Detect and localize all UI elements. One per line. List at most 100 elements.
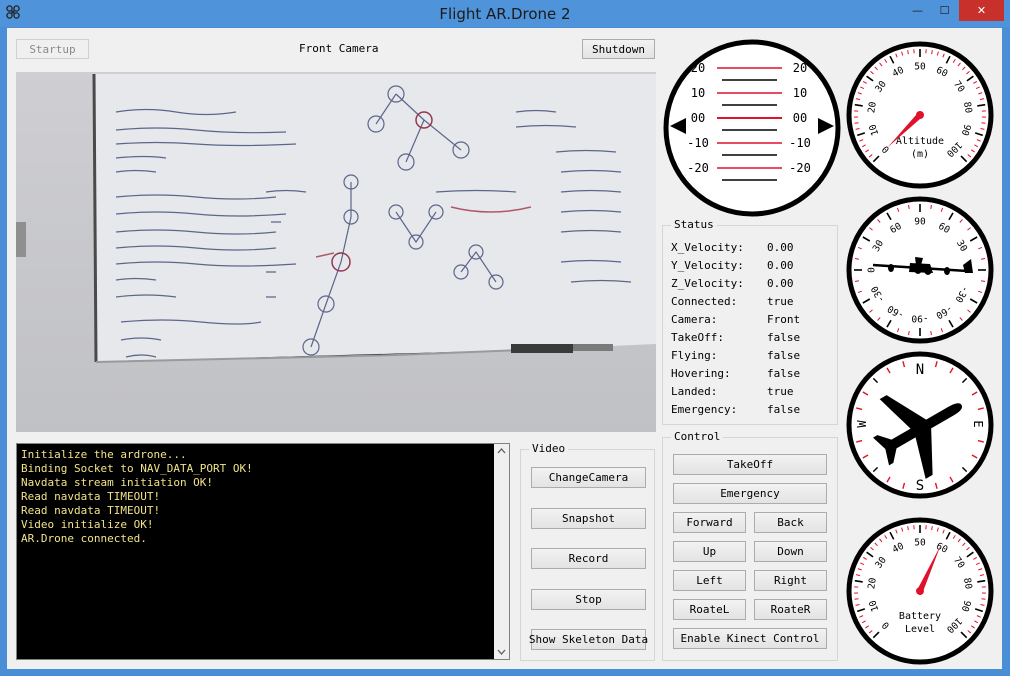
log-line: Binding Socket to NAV_DATA_PORT OK! (21, 462, 253, 475)
dial-tick (981, 122, 986, 124)
kinect-control-button[interactable]: Enable Kinect Control (673, 628, 827, 649)
status-value: false (767, 403, 801, 416)
dial-tick-label: 80 (961, 101, 974, 114)
compass-north: N (916, 362, 924, 378)
dial-tick (854, 122, 859, 124)
dial-tick-label: 80 (961, 577, 974, 590)
shutdown-button[interactable]: Shutdown (582, 39, 655, 59)
attitude-right-tick: 00 (793, 111, 807, 125)
dial-tick (854, 598, 859, 600)
camera-feed (16, 72, 656, 432)
takeoff-button[interactable]: TakeOff (673, 454, 827, 475)
log-line: Read navdata TIMEOUT! (21, 504, 161, 517)
status-row-connected: Connected: true (671, 293, 831, 311)
dial-tick-label: 20 (866, 577, 879, 590)
attitude-left-tick: 00 (691, 111, 705, 125)
status-value: 0.00 (767, 241, 794, 254)
status-key: Hovering: (671, 367, 731, 380)
rotate-left-button[interactable]: RoateL (673, 599, 746, 620)
minimize-button[interactable]: — (904, 0, 931, 21)
status-key: Z_Velocity: (671, 277, 744, 290)
ring-tick (854, 258, 860, 260)
status-value: true (767, 295, 794, 308)
ring-tick (980, 258, 986, 260)
log-line: Video initialize OK! (21, 518, 154, 531)
back-button[interactable]: Back (754, 512, 827, 533)
status-row-y-velocity: Y_Velocity: 0.00 (671, 257, 831, 275)
status-value: Front (767, 313, 801, 326)
attitude-right-tick: -20 (789, 161, 811, 175)
status-group-title: Status (671, 218, 717, 231)
rotate-right-button[interactable]: RoateR (754, 599, 827, 620)
status-row-takeoff: TakeOff: false (671, 329, 831, 347)
status-key: Camera: (671, 313, 718, 326)
attitude-right-tick: -10 (789, 136, 811, 150)
status-row-z-velocity: Z_Velocity: 0.00 (671, 275, 831, 293)
main-window: Startup Front Camera Shutdown Initialize… (7, 28, 1002, 669)
attitude-left-tick: -20 (687, 161, 709, 175)
ring-tick-label: 0 (867, 267, 878, 273)
scroll-up-icon[interactable] (497, 448, 506, 454)
record-button[interactable]: Record (531, 548, 646, 569)
status-key: X_Velocity: (671, 241, 744, 254)
status-row-hovering: Hovering: false (671, 365, 831, 383)
ring-tick (908, 330, 910, 336)
ring-tick (930, 204, 932, 210)
status-row-landed: Landed: true (671, 383, 831, 401)
close-button[interactable]: ✕ (959, 0, 1004, 21)
status-key: Emergency: (671, 403, 738, 416)
maximize-icon: ☐ (939, 4, 950, 17)
left-button[interactable]: Left (673, 570, 746, 591)
minimize-icon: — (912, 4, 923, 17)
snapshot-button[interactable]: Snapshot (531, 508, 646, 529)
status-row-emergency: Emergency: false (671, 401, 831, 419)
compass: N S E W (846, 351, 994, 499)
battery-gauge: 010203040 50 60708090100 Battery Level (846, 517, 994, 665)
attitude-right-tick: 20 (793, 61, 807, 75)
status-value: 0.00 (767, 277, 794, 290)
status-row-camera: Camera: Front (671, 311, 831, 329)
startup-button[interactable]: Startup (16, 39, 89, 59)
status-key: TakeOff: (671, 331, 724, 344)
right-button[interactable]: Right (754, 570, 827, 591)
status-key: Y_Velocity: (671, 259, 744, 272)
status-row-x-velocity: X_Velocity: 0.00 (671, 239, 831, 257)
camera-label: Front Camera (299, 42, 379, 55)
status-key: Landed: (671, 385, 718, 398)
attitude-left-tick: 10 (691, 86, 705, 100)
attitude-left-tick: 20 (691, 61, 705, 75)
status-value: false (767, 349, 801, 362)
console-scrollbar[interactable] (494, 444, 509, 659)
status-row-flying: Flying: false (671, 347, 831, 365)
battery-label: Battery (899, 611, 941, 622)
compass-south: S (916, 478, 924, 494)
ring-tick (908, 204, 910, 210)
log-console[interactable]: Initialize the ardrone... Binding Socket… (16, 443, 510, 660)
battery-level-label: Level (905, 624, 935, 635)
dial-tick (981, 598, 986, 600)
up-button[interactable]: Up (673, 541, 746, 562)
maximize-button[interactable]: ☐ (931, 0, 958, 21)
down-button[interactable]: Down (754, 541, 827, 562)
ring-tick (930, 330, 932, 336)
log-line: Read navdata TIMEOUT! (21, 490, 161, 503)
stop-button[interactable]: Stop (531, 589, 646, 610)
close-icon: ✕ (976, 4, 987, 17)
dial-tick-label: 50 (914, 538, 926, 549)
compass-east: E (971, 420, 985, 427)
video-group: Video ChangeCamera Snapshot Record Stop … (520, 442, 655, 661)
forward-button[interactable]: Forward (673, 512, 746, 533)
status-group: Status X_Velocity: 0.00 Y_Velocity: 0.00 Z… (662, 218, 838, 425)
video-group-title: Video (529, 442, 569, 455)
status-key: Connected: (671, 295, 738, 308)
control-group: Control TakeOff Emergency Forward Back U… (662, 430, 838, 661)
show-skeleton-button[interactable]: Show Skeleton Data (529, 629, 648, 650)
emergency-button[interactable]: Emergency (673, 483, 827, 504)
ring-tick (980, 280, 986, 282)
camera-image (16, 72, 656, 432)
window-title: Flight AR.Drone 2 (439, 5, 571, 23)
title-bar[interactable]: Flight AR.Drone 2 — ☐ ✕ (0, 0, 1010, 27)
change-camera-button[interactable]: ChangeCamera (531, 467, 646, 488)
scroll-down-icon[interactable] (497, 649, 506, 655)
status-value: false (767, 367, 801, 380)
